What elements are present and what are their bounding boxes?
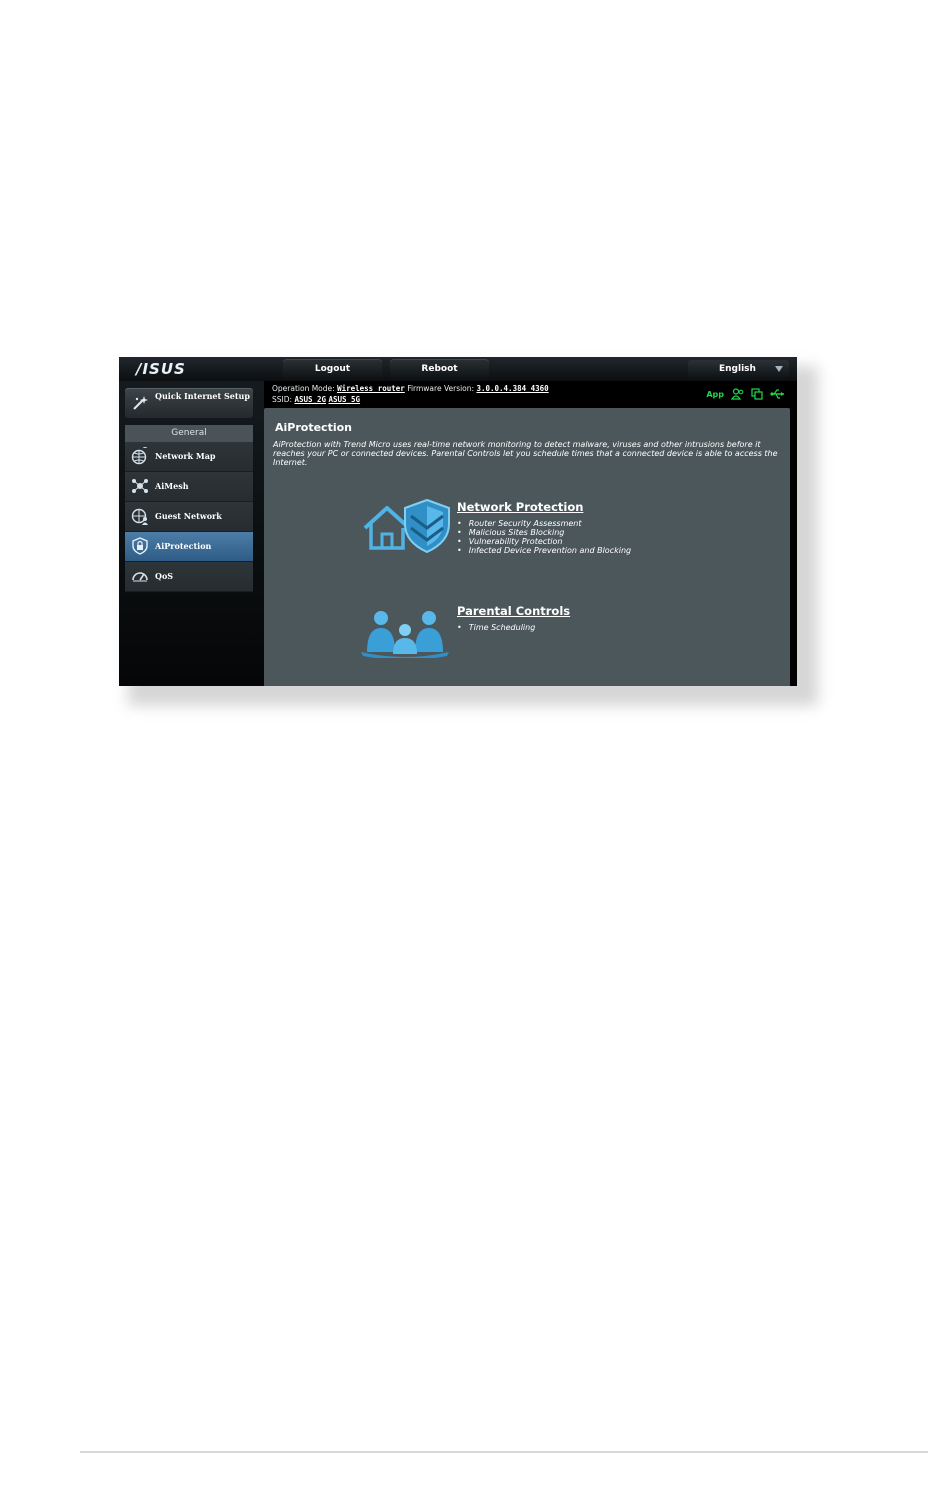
network-protection-section: Network Protection Router Security Asses… [359,498,759,568]
firmware-version-link[interactable]: 3.0.0.4.384_4360 [476,384,548,393]
house-shield-icon[interactable] [361,498,453,554]
quick-internet-setup-label: Quick Internet Setup [155,391,250,401]
aiprotection-icon [132,537,148,555]
network-map-icon [131,447,148,465]
list-item: Vulnerability Protection [457,537,631,546]
ssid-2g-link[interactable]: ASUS_2G [294,395,326,404]
sidebar-item-label: QoS [155,571,174,581]
sidebar: Quick Internet Setup General Network Map… [119,381,264,686]
ssid-label: SSID: [272,395,293,404]
asus-logo: /ISUS [136,360,186,378]
status-icons: App [706,388,786,400]
sidebar-item-label: Guest Network [155,511,222,521]
firmware-label: Firmware Version: [407,384,475,393]
wand-icon [132,395,150,415]
page-description: AiProtection with Trend Micro uses real-… [273,440,778,467]
quick-internet-setup-button[interactable]: Quick Internet Setup [125,388,253,418]
sidebar-item-aiprotection[interactable]: AiProtection [125,532,253,562]
sidebar-item-label: AiMesh [155,481,189,491]
list-item: Router Security Assessment [457,519,631,528]
sidebar-item-guest-network[interactable]: Guest Network [125,502,253,532]
chevron-down-icon [775,366,783,372]
list-item: Malicious Sites Blocking [457,528,631,537]
app-link[interactable]: App [706,390,724,399]
language-value: English [719,364,756,374]
parental-controls-section: Parental Controls Time Scheduling [359,603,759,663]
ssid-5g-link[interactable]: ASUS_5G [328,395,360,404]
operation-mode-link[interactable]: Wireless router [337,384,405,393]
guest-network-icon [131,508,148,525]
sidebar-item-label: Network Map [155,451,216,461]
sidebar-item-label: AiProtection [155,541,212,551]
usb-icon[interactable] [770,389,786,399]
parental-controls-features: Time Scheduling [457,623,536,632]
sidebar-item-aimesh[interactable]: AiMesh [125,472,253,502]
network-protection-link[interactable]: Network Protection [457,500,583,514]
list-item: Time Scheduling [457,623,536,632]
qos-icon [132,572,148,582]
general-section-header: General [125,425,253,442]
sidebar-item-qos[interactable]: QoS [125,562,253,592]
parental-controls-link[interactable]: Parental Controls [457,604,570,618]
logout-button[interactable]: Logout [283,359,382,379]
network-protection-features: Router Security Assessment Malicious Sit… [457,519,631,555]
main-content-panel: AiProtection AiProtection with Trend Mic… [264,408,790,686]
language-select[interactable]: English [688,360,789,378]
list-item: Infected Device Prevention and Blocking [457,546,631,555]
copy-device-icon[interactable] [751,388,763,400]
reboot-button[interactable]: Reboot [390,359,489,379]
family-icon[interactable] [359,608,451,658]
clients-icon[interactable] [731,388,744,400]
operation-mode-label: Operation Mode: [272,384,335,393]
operation-mode-row: Operation Mode: Wireless router Firmware… [272,384,549,393]
aimesh-icon [132,479,148,493]
sidebar-item-network-map[interactable]: Network Map [125,442,253,472]
page-footer-divider [80,1451,928,1453]
ssid-row: SSID: ASUS_2G ASUS_5G [272,395,360,404]
top-bar: /ISUS Logout Reboot English [119,357,797,381]
page-title: AiProtection [275,421,352,434]
status-info-bar: Operation Mode: Wireless router Firmware… [264,381,797,407]
router-web-ui: /ISUS Logout Reboot English Quick Intern… [119,357,797,686]
